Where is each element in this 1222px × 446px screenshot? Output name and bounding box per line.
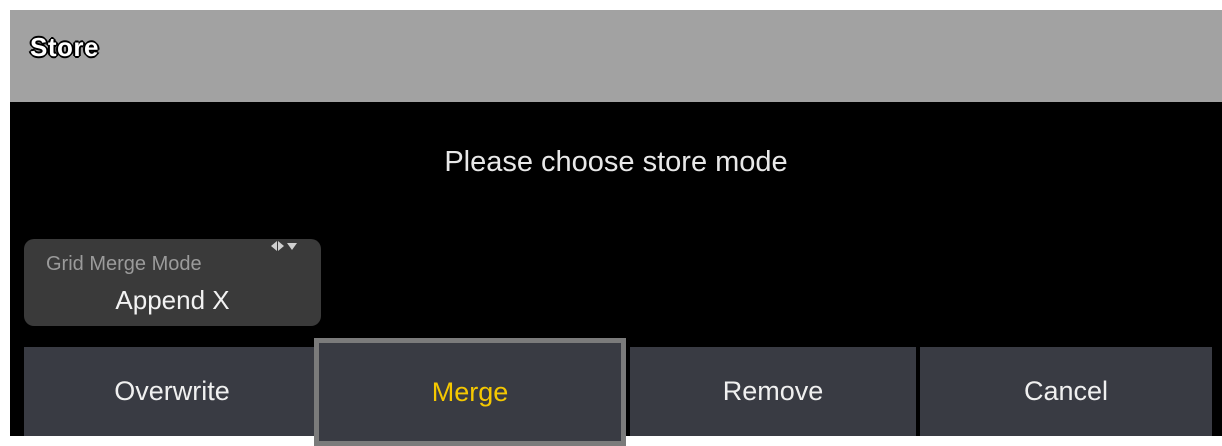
arrow-left-icon [271, 241, 277, 251]
swipe-arrows-icon [271, 241, 297, 251]
merge-button[interactable]: Merge [314, 338, 626, 446]
arrow-right-icon [278, 241, 284, 251]
overwrite-button[interactable]: Overwrite [24, 347, 320, 436]
grid-merge-mode-selector[interactable]: Grid Merge Mode Append X [24, 239, 321, 326]
store-mode-prompt: Please choose store mode [444, 146, 788, 178]
store-dialog: Store Please choose store mode Grid Merg… [10, 10, 1222, 446]
arrow-down-icon [287, 242, 297, 250]
remove-button[interactable]: Remove [630, 347, 916, 436]
dialog-titlebar[interactable]: Store [10, 10, 1222, 102]
cancel-button[interactable]: Cancel [920, 347, 1212, 436]
grid-merge-mode-label: Grid Merge Mode [46, 253, 202, 275]
dialog-title: Store [30, 32, 99, 62]
grid-merge-mode-value: Append X [115, 285, 230, 315]
